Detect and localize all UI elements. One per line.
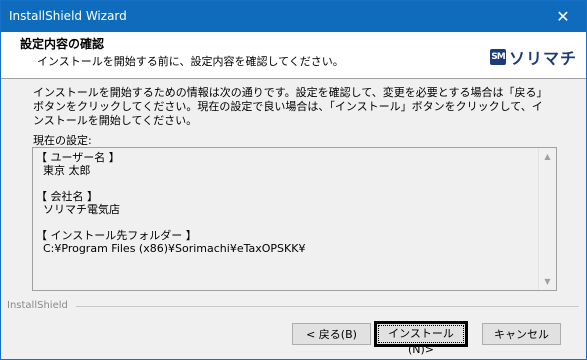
sorimachi-logo: SM ソリマチ <box>490 47 578 68</box>
header-panel: 設定内容の確認 インストールを開始する前に、設定内容を確認してください。 SM … <box>1 32 586 79</box>
installshield-brand: InstallShield <box>7 300 68 311</box>
current-settings-label: 現在の設定: <box>33 134 92 147</box>
page-title: 設定内容の確認 <box>20 37 105 51</box>
installer-window: InstallShield Wizard ✕ 設定内容の確認 インストールを開始… <box>0 0 587 360</box>
footer-divider <box>76 306 579 307</box>
logo-mark-icon: SM <box>490 49 506 65</box>
scroll-up-icon[interactable]: ▲ <box>539 148 556 165</box>
window-title: InstallShield Wizard <box>9 9 127 23</box>
install-button-label: インストール(N)> <box>378 325 464 356</box>
scroll-down-icon[interactable]: ▼ <box>539 273 556 290</box>
settings-text: 【 ユーザー名 】 東京 太郎 【 会社名 】 ソリマチ電気店 【 インストール… <box>36 151 306 255</box>
close-icon[interactable]: ✕ <box>540 1 586 32</box>
back-button[interactable]: < 戻る(B) <box>292 323 371 345</box>
vertical-scrollbar[interactable]: ▲ ▼ <box>538 148 556 290</box>
description-text: インストールを開始するための情報は次の通りです。設定を確認して、変更を必要とする… <box>33 86 548 127</box>
install-button[interactable]: インストール(N)> <box>374 321 468 356</box>
cancel-button[interactable]: キャンセル <box>482 323 561 345</box>
page-subtitle: インストールを開始する前に、設定内容を確認してください。 <box>37 55 344 68</box>
title-bar: InstallShield Wizard ✕ <box>1 1 586 32</box>
current-settings-box[interactable]: 【 ユーザー名 】 東京 太郎 【 会社名 】 ソリマチ電気店 【 インストール… <box>32 147 557 291</box>
logo-name: ソリマチ <box>509 49 578 68</box>
